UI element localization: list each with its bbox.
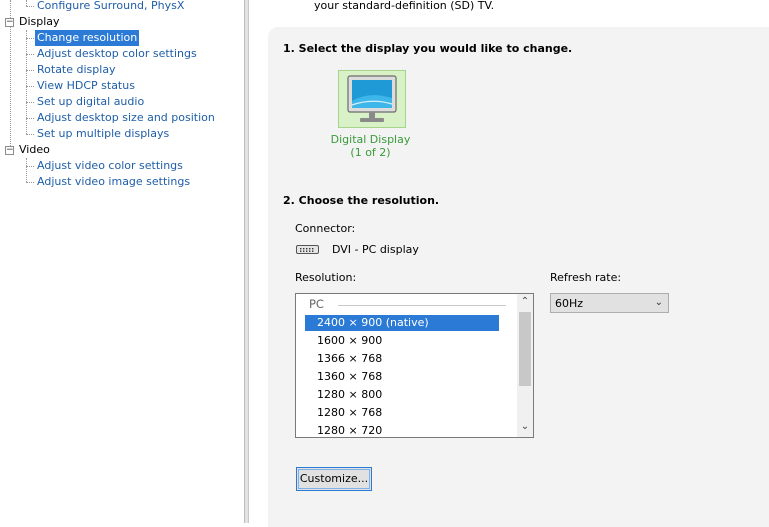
chevron-down-icon: ⌄ <box>654 297 663 308</box>
expander-minus-icon[interactable]: − <box>5 18 14 27</box>
monitor-icon <box>347 75 397 122</box>
resolution-label: Resolution: <box>295 271 357 284</box>
tree-item-adjust-video-image[interactable]: Adjust video image settings <box>35 174 192 190</box>
tree-item-set-up-multiple-displays[interactable]: Set up multiple displays <box>35 126 171 142</box>
tree-line <box>26 118 34 119</box>
group-divider <box>338 305 506 306</box>
resolution-group-label: PC <box>309 297 324 311</box>
connector-value: DVI - PC display <box>332 243 419 256</box>
intro-text: your standard-definition (SD) TV. <box>314 0 495 12</box>
display-caption[interactable]: Digital Display (1 of 2) <box>308 133 433 159</box>
tree-item-adjust-desktop-size[interactable]: Adjust desktop size and position <box>35 110 217 126</box>
resolution-option[interactable]: 1360 × 768 <box>305 369 499 385</box>
scrollbar-thumb[interactable] <box>519 312 531 386</box>
tree-line <box>26 54 34 55</box>
resolution-option[interactable]: 1280 × 768 <box>305 405 499 421</box>
tree-item-view-hdcp-status[interactable]: View HDCP status <box>35 78 137 94</box>
tree-line <box>26 38 34 39</box>
content-pane: your standard-definition (SD) TV. 1. Sel… <box>249 0 769 527</box>
tree-item-configure-surround[interactable]: Configure Surround, PhysX <box>35 0 186 14</box>
tree-line <box>26 182 34 183</box>
display-index: (1 of 2) <box>350 146 391 159</box>
tree-line <box>26 86 34 87</box>
display-tile[interactable] <box>338 70 406 128</box>
tree-line <box>26 70 34 71</box>
display-name: Digital Display <box>330 133 411 146</box>
resolution-option[interactable]: 2400 × 900 (native) <box>305 315 499 331</box>
refresh-rate-value: 60Hz <box>555 297 584 310</box>
resolution-option[interactable]: 1600 × 900 <box>305 333 499 349</box>
customize-button[interactable]: Customize... <box>296 467 372 491</box>
resolution-scrollbar[interactable]: ⌃ ⌄ <box>517 294 533 437</box>
navigation-tree: Configure Surround, PhysX − Display Chan… <box>0 0 244 523</box>
resolution-option[interactable]: 1280 × 720 <box>305 423 499 437</box>
scroll-up-icon[interactable]: ⌃ <box>520 297 530 307</box>
resolution-option[interactable]: 1366 × 768 <box>305 351 499 367</box>
refresh-rate-label: Refresh rate: <box>550 271 622 284</box>
refresh-rate-select[interactable]: 60Hz ⌄ <box>550 293 669 313</box>
tree-item-display[interactable]: Display <box>19 14 60 30</box>
resolution-list[interactable]: PC 2400 × 900 (native) 1600 × 900 1366 ×… <box>295 293 534 438</box>
scroll-down-icon[interactable]: ⌄ <box>520 422 530 432</box>
section-choose-resolution-title: 2. Choose the resolution. <box>283 194 440 207</box>
expander-minus-icon[interactable]: − <box>5 146 14 155</box>
dvi-connector-icon <box>296 245 319 254</box>
tree-item-adjust-desktop-color[interactable]: Adjust desktop color settings <box>35 46 199 62</box>
tree-line <box>26 102 34 103</box>
tree-item-rotate-display[interactable]: Rotate display <box>35 62 118 78</box>
tree-item-video[interactable]: Video <box>19 142 50 158</box>
settings-panel: 1. Select the display you would like to … <box>268 27 769 527</box>
connector-label: Connector: <box>295 222 356 235</box>
tree-line <box>26 134 34 135</box>
tree-item-change-resolution[interactable]: Change resolution <box>35 30 140 46</box>
tree-line <box>26 6 34 7</box>
tree-item-set-up-digital-audio[interactable]: Set up digital audio <box>35 94 146 110</box>
resolution-option[interactable]: 1280 × 800 <box>305 387 499 403</box>
tree-line <box>26 158 27 182</box>
section-select-display-title: 1. Select the display you would like to … <box>283 42 573 55</box>
tree-line <box>26 166 34 167</box>
tree-item-adjust-video-color[interactable]: Adjust video color settings <box>35 158 185 174</box>
